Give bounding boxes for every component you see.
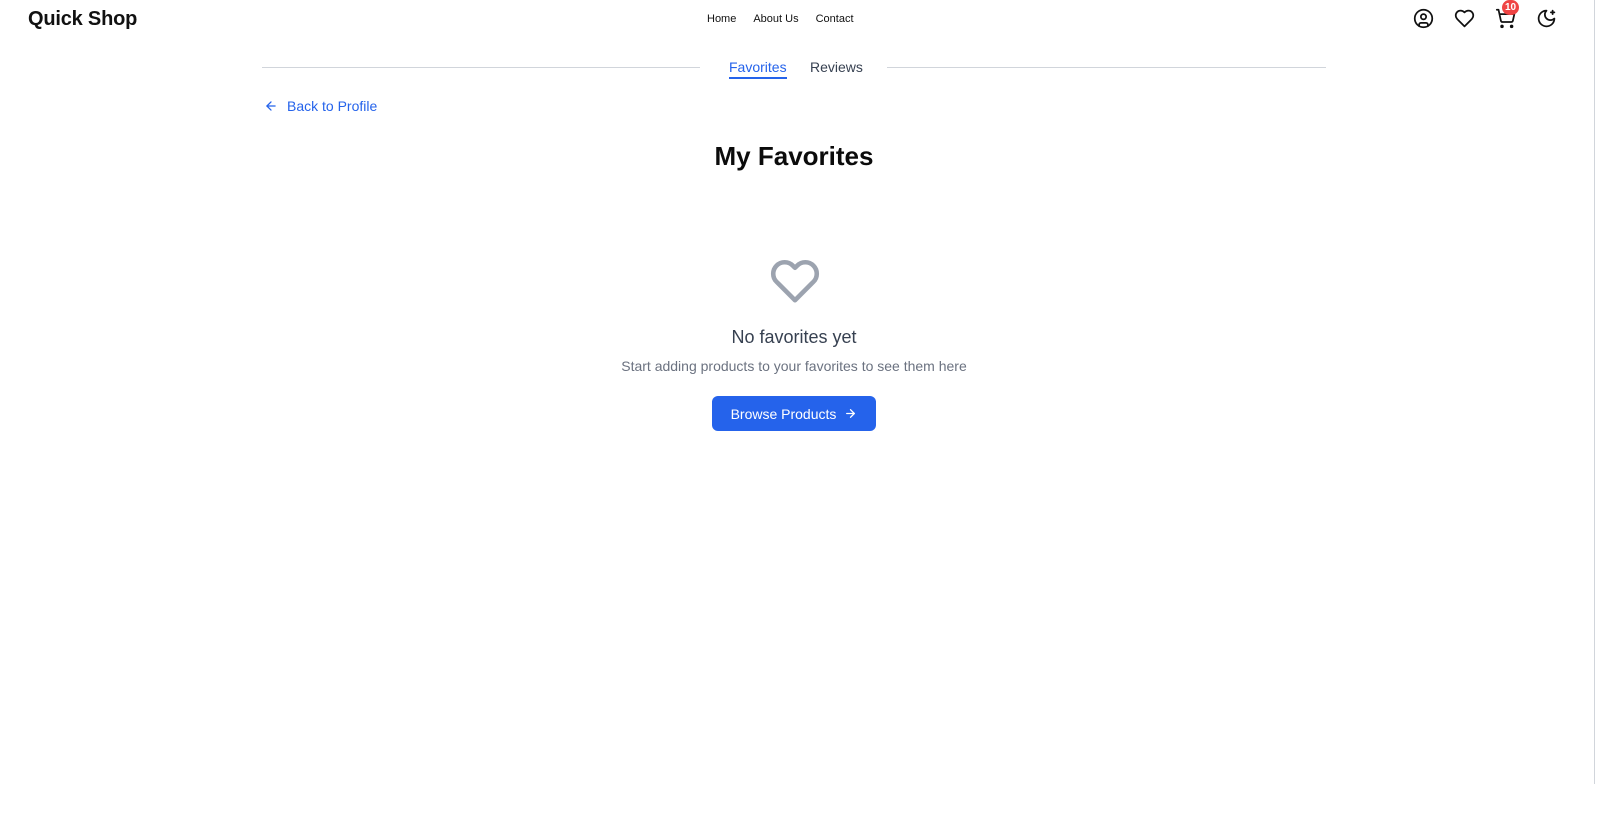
heart-icon: [1454, 9, 1474, 27]
back-to-profile-link[interactable]: Back to Profile: [264, 98, 377, 114]
site-logo[interactable]: Quick Shop: [28, 8, 137, 31]
empty-state-subtitle: Start adding products to your favorites …: [621, 358, 967, 374]
nav-home-link[interactable]: Home: [707, 13, 736, 25]
tab-reviews[interactable]: Reviews: [810, 59, 863, 75]
empty-state-title: No favorites yet: [731, 327, 857, 347]
tab-favorites[interactable]: Favorites: [729, 59, 787, 79]
header-actions: 10: [1412, 0, 1557, 29]
account-button[interactable]: [1412, 7, 1434, 29]
back-link-label: Back to Profile: [287, 98, 378, 114]
favorites-button[interactable]: [1453, 7, 1475, 29]
page-title: My Favorites: [714, 141, 874, 171]
main-nav: Home About Us Contact: [707, 13, 854, 25]
browse-products-button[interactable]: Browse Products: [712, 396, 876, 431]
tabs-divider-left: [262, 67, 700, 68]
theme-toggle-button[interactable]: [1535, 7, 1557, 29]
arrow-left-icon: [266, 101, 276, 111]
tabs-divider-right: [887, 67, 1326, 68]
browse-products-label: Browse Products: [730, 405, 837, 422]
profile-tabs: Favorites Reviews: [262, 56, 1326, 80]
page-scrollbar[interactable]: [1594, 0, 1600, 784]
navbar: Quick Shop Home About Us Contact 10: [0, 0, 1600, 40]
user-circle-icon: [1413, 8, 1433, 28]
cart-button[interactable]: 10: [1494, 0, 1520, 29]
moon-icon: [1537, 9, 1555, 27]
nav-contact-link[interactable]: Contact: [816, 13, 854, 25]
heart-outline-icon: [770, 259, 819, 303]
cart-count-badge: 10: [1502, 0, 1520, 15]
nav-about-link[interactable]: About Us: [753, 13, 798, 25]
arrow-right-icon: [846, 409, 856, 418]
